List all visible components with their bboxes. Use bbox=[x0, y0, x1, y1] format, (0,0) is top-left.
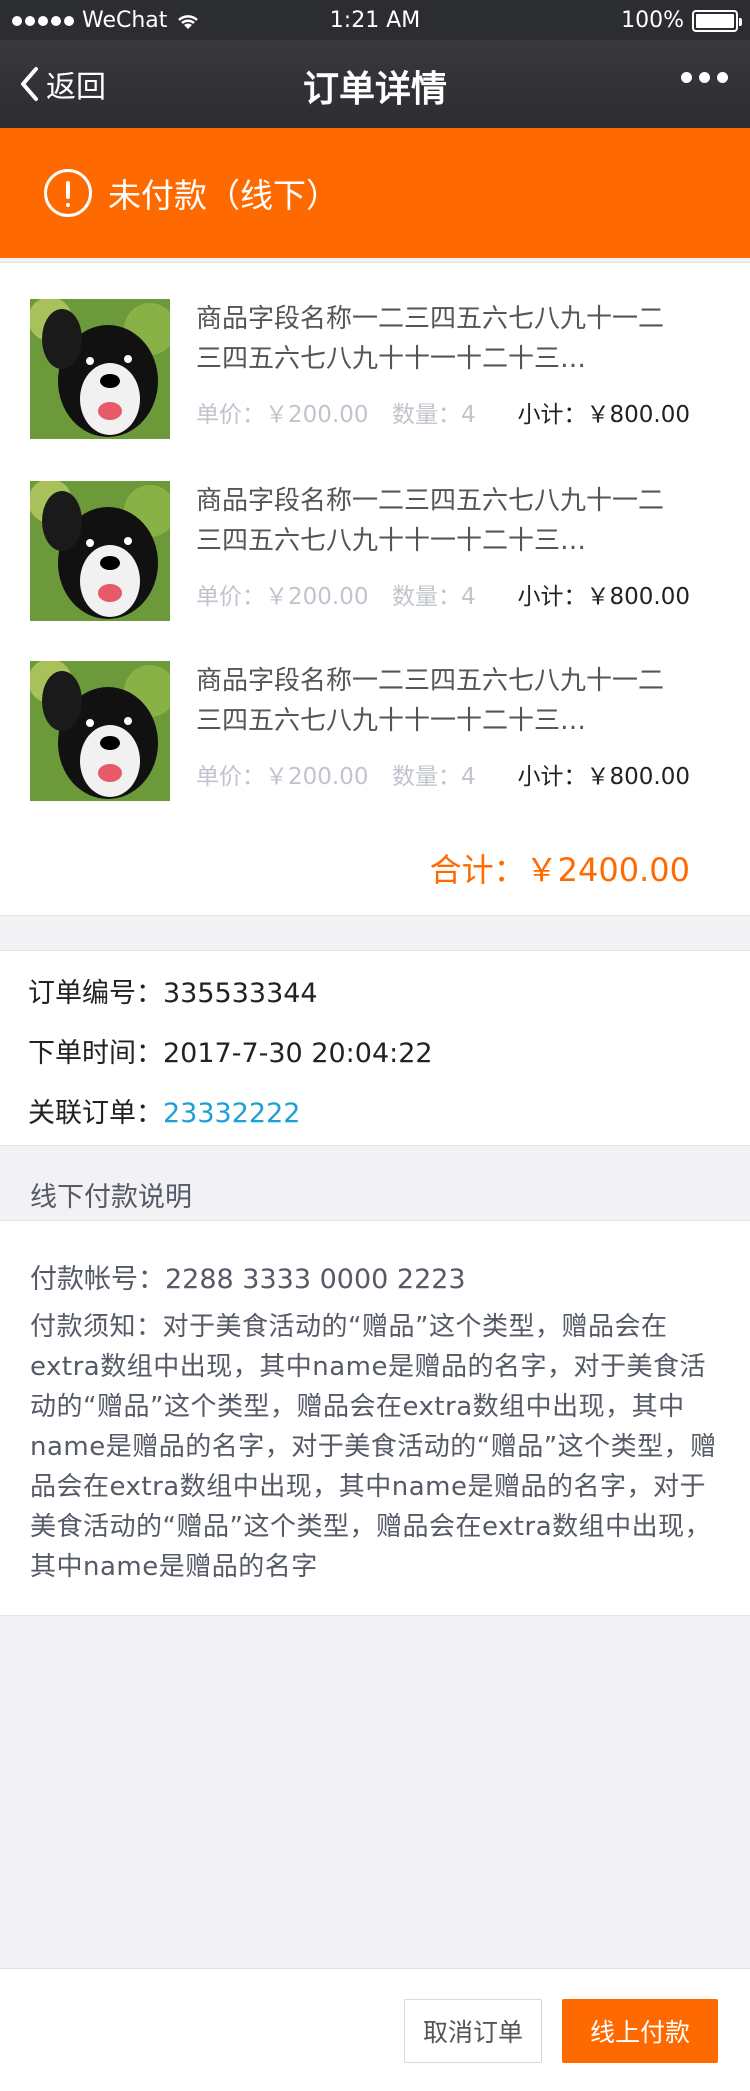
product-name: 商品字段名称一二三四五六七八九十一二三四五六七八九十十一十二十三… bbox=[196, 304, 665, 374]
related-order-link[interactable]: 23332222 bbox=[163, 1098, 300, 1129]
order-status-banner: 未付款（线下） bbox=[0, 128, 750, 258]
product-subtotal: 小计：￥800.00 bbox=[517, 584, 690, 610]
bottom-action-bar: 取消订单 线上付款 bbox=[0, 1968, 750, 2091]
battery-percent: 100% bbox=[621, 8, 684, 33]
offline-payment-section-title: 线下付款说明 bbox=[30, 1182, 192, 1213]
battery-icon bbox=[692, 9, 742, 32]
product-list: 商品字段名称一二三四五六七八九十一二三四五六七八九十十一十二十三… 单价：￥20… bbox=[0, 262, 750, 916]
exclamation-circle-icon bbox=[44, 169, 92, 217]
related-order-row: 关联订单：23332222 bbox=[28, 1091, 300, 1130]
product-quantity: 数量：4 bbox=[392, 402, 476, 428]
more-icon[interactable] bbox=[681, 72, 728, 83]
product-thumbnail bbox=[30, 661, 170, 801]
payment-account: 付款帐号：2288 3333 0000 2223 bbox=[30, 1264, 466, 1295]
order-status-text: 未付款（线下） bbox=[108, 176, 339, 215]
pay-online-button[interactable]: 线上付款 bbox=[562, 1999, 718, 2063]
order-number: 335533344 bbox=[163, 978, 318, 1009]
offline-payment-info: 付款帐号：2288 3333 0000 2223 付款须知：对于美食活动的“赠品… bbox=[0, 1220, 750, 1616]
order-total: 合计：￥2400.00 bbox=[429, 851, 690, 889]
order-time: 2017-7-30 20:04:22 bbox=[163, 1038, 433, 1069]
product-name: 商品字段名称一二三四五六七八九十一二三四五六七八九十十一十二十三… bbox=[196, 666, 665, 736]
payment-notice: 付款须知：对于美食活动的“赠品”这个类型，赠品会在extra数组中出现，其中na… bbox=[30, 1312, 717, 1582]
product-thumbnail bbox=[30, 481, 170, 621]
product-item[interactable]: 商品字段名称一二三四五六七八九十一二三四五六七八九十十一十二十三… 单价：￥20… bbox=[30, 661, 720, 803]
product-unit-price: 单价：￥200.00 bbox=[196, 584, 369, 610]
product-unit-price: 单价：￥200.00 bbox=[196, 764, 369, 790]
order-number-label: 订单编号： bbox=[28, 978, 163, 1009]
battery-status: 100% bbox=[621, 8, 742, 33]
nav-bar: 返回 订单详情 bbox=[0, 40, 750, 128]
product-name: 商品字段名称一二三四五六七八九十一二三四五六七八九十十一十二十三… bbox=[196, 486, 665, 556]
product-subtotal: 小计：￥800.00 bbox=[517, 764, 690, 790]
product-quantity: 数量：4 bbox=[392, 584, 476, 610]
product-thumbnail bbox=[30, 299, 170, 439]
product-unit-price: 单价：￥200.00 bbox=[196, 402, 369, 428]
product-subtotal: 小计：￥800.00 bbox=[517, 402, 690, 428]
related-order-label: 关联订单： bbox=[28, 1098, 163, 1129]
order-info: 订单编号：335533344 下单时间：2017-7-30 20:04:22 关… bbox=[0, 950, 750, 1146]
product-item[interactable]: 商品字段名称一二三四五六七八九十一二三四五六七八九十十一十二十三… 单价：￥20… bbox=[30, 481, 720, 623]
status-bar: WeChat 1:21 AM 100% bbox=[0, 0, 750, 40]
order-number-row: 订单编号：335533344 bbox=[28, 971, 318, 1010]
product-item[interactable]: 商品字段名称一二三四五六七八九十一二三四五六七八九十十一十二十三… 单价：￥20… bbox=[30, 299, 720, 441]
order-time-label: 下单时间： bbox=[28, 1038, 163, 1069]
page-title: 订单详情 bbox=[302, 69, 447, 110]
cancel-order-button[interactable]: 取消订单 bbox=[404, 1999, 542, 2063]
product-quantity: 数量：4 bbox=[392, 764, 476, 790]
order-time-row: 下单时间：2017-7-30 20:04:22 bbox=[28, 1031, 433, 1070]
